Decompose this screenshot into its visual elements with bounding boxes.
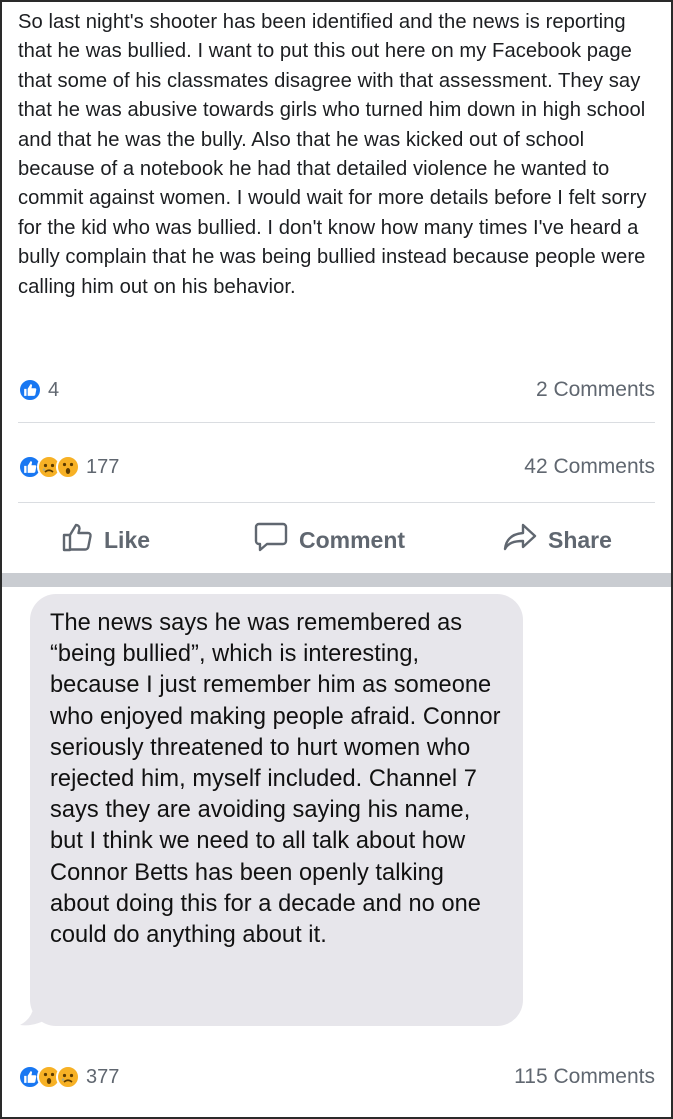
bottom-reaction-row: 377 115 Comments — [18, 1062, 655, 1092]
comment-button-label: Comment — [299, 526, 406, 553]
post-text: So last night's shooter has been identif… — [18, 11, 647, 298]
shared-post-reactions[interactable]: 177 — [18, 455, 119, 479]
comment-bubble-icon — [253, 520, 289, 560]
share-button-label: Share — [548, 526, 612, 553]
divider — [18, 502, 655, 503]
post-comments-link[interactable]: 2 Comments — [536, 378, 655, 402]
thumbs-up-icon — [60, 520, 94, 560]
bottom-reactions[interactable]: 377 — [18, 1065, 119, 1089]
sad-reaction-icon — [56, 1065, 80, 1089]
bottom-comments-link[interactable]: 115 Comments — [514, 1065, 655, 1089]
post-reaction-row: 4 2 Comments — [18, 376, 655, 404]
comment-button[interactable]: Comment — [253, 520, 405, 560]
like-button[interactable]: Like — [60, 520, 150, 560]
shared-post-reaction-count: 177 — [86, 455, 120, 478]
shared-post-reaction-row: 177 42 Comments — [18, 452, 655, 482]
bottom-reaction-count: 377 — [86, 1065, 120, 1088]
divider — [18, 422, 655, 423]
share-button[interactable]: Share — [502, 521, 612, 559]
message-bubble: The news says he was remembered as “bein… — [30, 594, 523, 1026]
like-button-label: Like — [104, 526, 151, 553]
shared-post-comments-link[interactable]: 42 Comments — [524, 455, 655, 479]
message-text: The news says he was remembered as “bein… — [50, 610, 501, 949]
post-reaction-count: 4 — [48, 378, 60, 401]
share-arrow-icon — [502, 521, 538, 559]
section-separator — [2, 573, 671, 587]
like-reaction-icon — [18, 378, 42, 402]
action-bar: Like Comment Share — [0, 514, 673, 566]
wow-reaction-icon — [56, 455, 80, 479]
post-reactions[interactable]: 4 — [18, 378, 59, 402]
